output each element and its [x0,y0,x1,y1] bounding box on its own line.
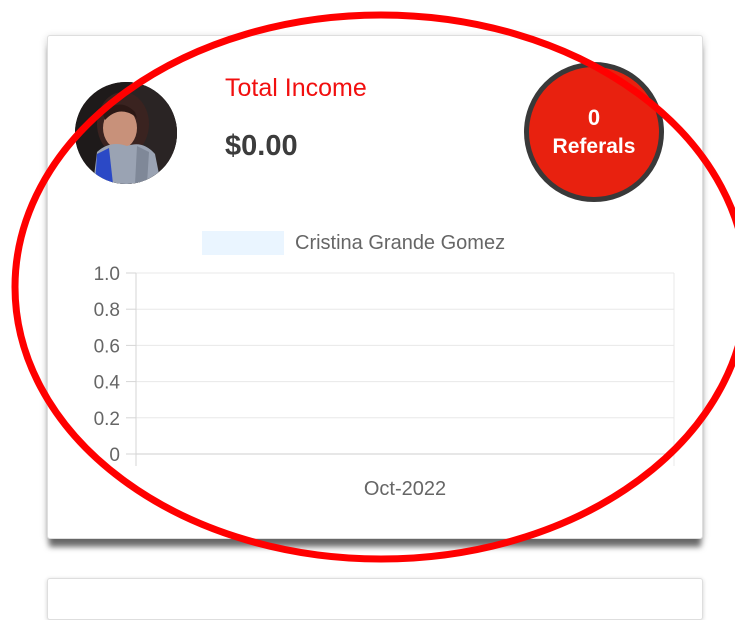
total-income-label: Total Income [225,74,367,102]
y-tick-label: 0.2 [94,409,120,430]
avatar-photo-icon [75,82,177,184]
y-tick-label: 0 [109,445,120,466]
income-chart: Cristina Grande Gomez 1.0 0.8 0.6 0.4 0.2 0 Oc… [94,231,675,500]
y-tick-label: 1.0 [94,264,120,285]
y-tick-label: 0.4 [94,373,121,394]
total-income-value: $0.00 [225,130,298,162]
x-tick-label: Oct-2022 [364,478,446,500]
referrals-count: 0 [587,104,601,130]
referrals-label: Referals [552,134,636,158]
income-card: Total Income $0.00 0 Referals Cristina G… [47,35,703,539]
user-avatar [75,82,177,184]
y-tick-label: 0.8 [94,300,120,321]
legend-label: Cristina Grande Gomez [295,232,505,254]
referrals-badge[interactable]: 0 Referals [524,62,664,202]
y-tick-label: 0.6 [94,336,120,357]
next-card [47,578,703,620]
legend-swatch [202,231,284,255]
